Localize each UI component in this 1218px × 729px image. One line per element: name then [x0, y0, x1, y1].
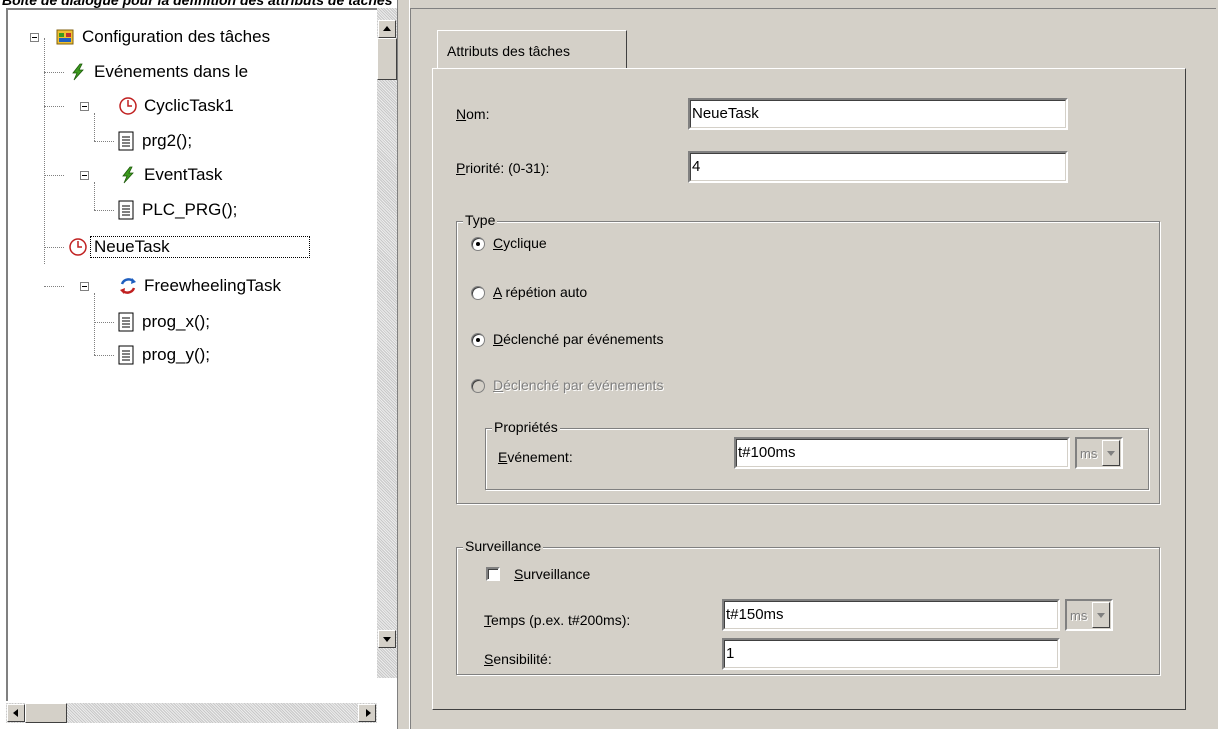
tree-connector [44, 106, 64, 107]
tree-connector [94, 293, 95, 355]
document-icon [116, 200, 136, 220]
tree-horizontal-scrollbar[interactable] [6, 703, 377, 723]
chevron-down-icon [1097, 613, 1105, 618]
lightning-icon [118, 165, 138, 185]
event-label: Evénement: [498, 449, 573, 465]
type-group: Type Cyclique A répétion auto Déclenché … [456, 212, 1160, 504]
radio-event-triggered-label[interactable]: Déclenché par événements [493, 331, 663, 347]
sensitivity-label: Sensibilité: [484, 651, 552, 667]
collapse-toggle[interactable] [30, 33, 39, 42]
scroll-thumb-horizontal[interactable] [25, 703, 67, 723]
arrow-left-icon [13, 709, 18, 717]
monitoring-group: Surveillance Surveillance Temps (p.ex. t… [456, 538, 1160, 675]
monitoring-group-title: Surveillance [463, 538, 544, 554]
properties-group-title: Propriétés [492, 419, 560, 435]
time-unit-select: ms [1065, 599, 1113, 631]
monitoring-checkbox[interactable] [486, 567, 500, 581]
tree-item-prg2[interactable]: prg2(); [116, 130, 195, 152]
properties-group: Propriétés Evénement: t#100ms ms [485, 419, 1149, 490]
name-field[interactable]: NeueTask [688, 98, 1068, 130]
time-label: Temps (p.ex. t#200ms): [484, 612, 631, 628]
tree-item-plc-prg[interactable]: PLC_PRG(); [116, 199, 240, 221]
scroll-thumb[interactable] [377, 38, 397, 80]
tree-connector [44, 247, 64, 248]
tree-item-cyclictask1[interactable]: CyclicTask1 [118, 95, 237, 117]
tree-item-eventtask[interactable]: EventTask [118, 164, 225, 186]
tree-connector [44, 72, 64, 73]
scroll-up-button[interactable] [378, 20, 396, 38]
tree-item-prog-x[interactable]: prog_x(); [116, 311, 213, 333]
dropdown-button [1092, 602, 1110, 628]
tree-item-neuetask[interactable]: NeueTask [68, 236, 310, 258]
tree-connector [94, 182, 95, 210]
task-config-icon [56, 27, 76, 47]
document-icon [116, 312, 136, 332]
arrow-down-icon [383, 637, 391, 642]
radio-cyclic[interactable] [471, 237, 485, 251]
event-field[interactable]: t#100ms [734, 437, 1070, 469]
tree-item-configuration[interactable]: Configuration des tâches [56, 26, 273, 48]
radio-cyclic-label[interactable]: Cyclique [493, 235, 547, 251]
lightning-icon [68, 62, 88, 82]
tab-panel: Nom: NeueTask Priorité: (0-31): 4 Type C… [432, 68, 1186, 710]
type-group-title: Type [463, 212, 498, 228]
tree-connector [44, 175, 64, 176]
figure-caption: Boîte de dialogue pour la définition des… [2, 0, 393, 8]
tree-connector [44, 286, 64, 287]
scroll-left-button[interactable] [7, 704, 25, 722]
sensitivity-field[interactable]: 1 [722, 638, 1060, 670]
collapse-toggle[interactable] [80, 171, 89, 180]
tree-connector [94, 210, 114, 211]
radio-event-triggered-disabled-label: Déclenché par événements [493, 377, 664, 393]
radio-event-triggered-disabled [471, 379, 485, 393]
clock-icon [118, 96, 138, 116]
tree-connector [94, 355, 114, 356]
event-unit-select: ms [1075, 437, 1123, 469]
task-attributes-dialog: Attributs des tâches Nom: NeueTask Prior… [410, 0, 1218, 729]
arrow-right-icon [366, 709, 371, 717]
task-tree[interactable]: Configuration des tâches Evénements dans… [6, 8, 385, 701]
chevron-down-icon [1107, 451, 1115, 456]
freewheel-icon [118, 276, 138, 296]
pane-splitter[interactable] [397, 0, 409, 729]
tree-item-prog-y[interactable]: prog_y(); [116, 344, 213, 366]
priority-field[interactable]: 4 [688, 151, 1068, 183]
tree-connector [94, 113, 95, 141]
arrow-up-icon [383, 26, 391, 31]
dropdown-button [1102, 440, 1120, 466]
time-field[interactable]: t#150ms [722, 599, 1060, 631]
document-icon [116, 345, 136, 365]
priority-label: Priorité: (0-31): [456, 160, 550, 176]
tree-item-freewheelingtask[interactable]: FreewheelingTask [118, 275, 284, 297]
document-icon [116, 131, 136, 151]
monitoring-checkbox-label[interactable]: Surveillance [514, 566, 590, 582]
tab-task-attributes[interactable]: Attributs des tâches [437, 30, 627, 68]
radio-auto-repeat[interactable] [471, 286, 485, 300]
tree-vertical-scrollbar[interactable] [377, 8, 397, 678]
tree-item-events[interactable]: Evénements dans le [68, 61, 251, 83]
collapse-toggle[interactable] [80, 282, 89, 291]
scroll-right-button[interactable] [358, 704, 376, 722]
name-label: Nom: [456, 106, 490, 122]
clock-icon [68, 237, 88, 257]
radio-auto-repeat-label[interactable]: A répétion auto [493, 284, 587, 300]
tree-connector [94, 141, 114, 142]
radio-event-triggered[interactable] [471, 333, 485, 347]
collapse-toggle[interactable] [80, 102, 89, 111]
tree-connector [94, 322, 114, 323]
scroll-down-button[interactable] [378, 630, 396, 648]
